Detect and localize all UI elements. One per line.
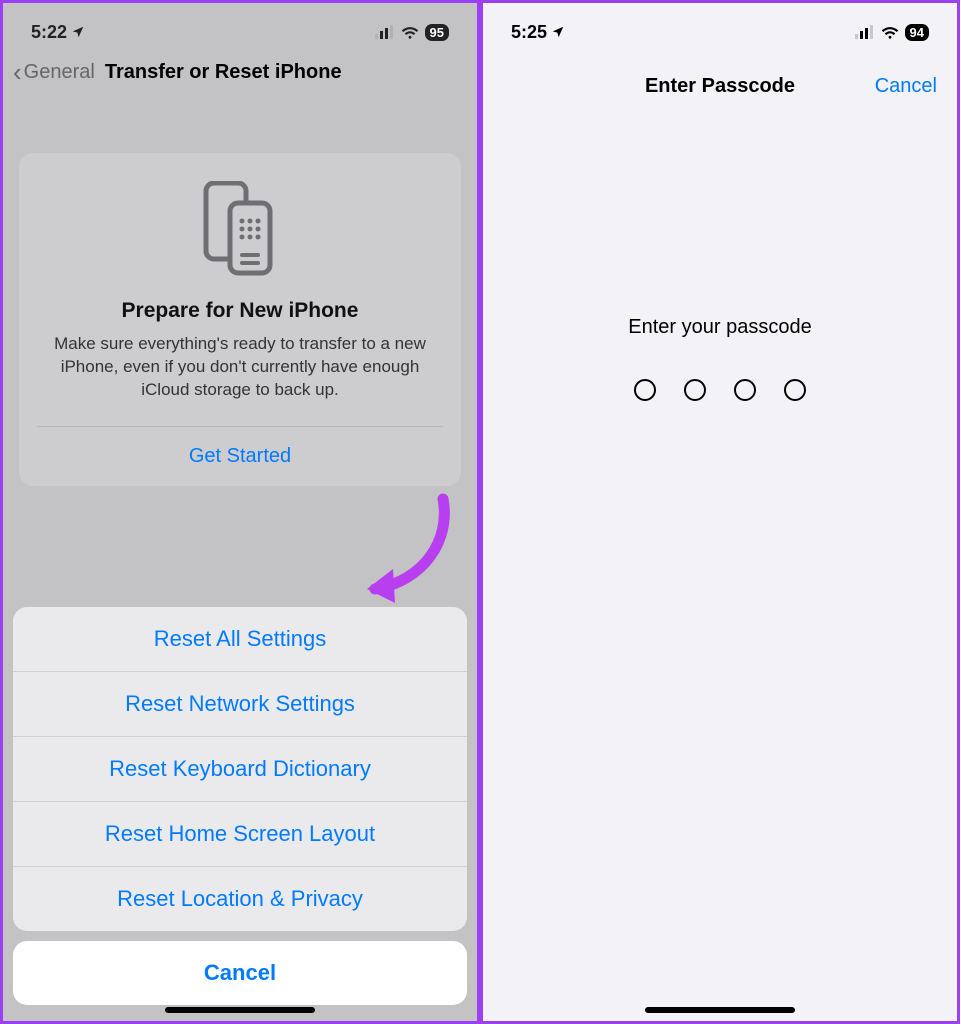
status-bar: 5:22 95 [3, 3, 477, 53]
location-icon [71, 25, 85, 39]
screenshot-right: 5:25 94 Enter Passcode Cancel Enter your… [480, 0, 960, 1024]
card-body: Make sure everything's ready to transfer… [37, 333, 443, 426]
reset-location-privacy-option[interactable]: Reset Location & Privacy [13, 866, 467, 931]
status-time-group: 5:22 [31, 22, 85, 43]
status-time: 5:25 [511, 22, 547, 43]
status-bar: 5:25 94 [483, 3, 957, 53]
passcode-dot-2 [684, 379, 706, 401]
passcode-prompt: Enter your passcode [483, 316, 957, 339]
passcode-dots [483, 379, 957, 401]
get-started-button[interactable]: Get Started [37, 427, 443, 486]
cancel-button[interactable]: Cancel [875, 75, 937, 98]
card-title: Prepare for New iPhone [37, 299, 443, 323]
reset-all-settings-option[interactable]: Reset All Settings [13, 607, 467, 671]
battery-badge: 95 [425, 24, 449, 41]
passcode-dot-1 [634, 379, 656, 401]
reset-home-screen-layout-option[interactable]: Reset Home Screen Layout [13, 801, 467, 866]
home-indicator[interactable] [165, 1007, 315, 1013]
action-sheet: Reset All Settings Reset Network Setting… [13, 607, 467, 1005]
sheet-options-group: Reset All Settings Reset Network Setting… [13, 607, 467, 931]
back-chevron-icon[interactable]: ‹ [13, 59, 22, 85]
status-time: 5:22 [31, 22, 67, 43]
location-icon [551, 25, 565, 39]
screenshot-left: 5:22 95 ‹ General Transfer or Reset iPho… [0, 0, 480, 1024]
cellular-icon [375, 25, 395, 39]
passcode-header: Enter Passcode Cancel [483, 53, 957, 120]
wifi-icon [881, 25, 899, 39]
prepare-card: Prepare for New iPhone Make sure everyth… [19, 153, 461, 486]
cellular-icon [855, 25, 875, 39]
status-indicators: 94 [855, 24, 929, 41]
cancel-button[interactable]: Cancel [13, 941, 467, 1005]
passcode-dot-4 [784, 379, 806, 401]
passcode-title: Enter Passcode [645, 75, 795, 98]
annotation-arrow-icon [353, 491, 463, 611]
back-button-label[interactable]: General [24, 61, 95, 84]
page-title: Transfer or Reset iPhone [105, 61, 342, 84]
reset-network-settings-option[interactable]: Reset Network Settings [13, 671, 467, 736]
home-indicator[interactable] [645, 1007, 795, 1013]
status-time-group: 5:25 [511, 22, 565, 43]
battery-badge: 94 [905, 24, 929, 41]
navigation-bar: ‹ General Transfer or Reset iPhone [3, 53, 477, 97]
wifi-icon [401, 25, 419, 39]
transfer-phones-icon [200, 181, 280, 277]
reset-keyboard-dictionary-option[interactable]: Reset Keyboard Dictionary [13, 736, 467, 801]
passcode-dot-3 [734, 379, 756, 401]
status-indicators: 95 [375, 24, 449, 41]
